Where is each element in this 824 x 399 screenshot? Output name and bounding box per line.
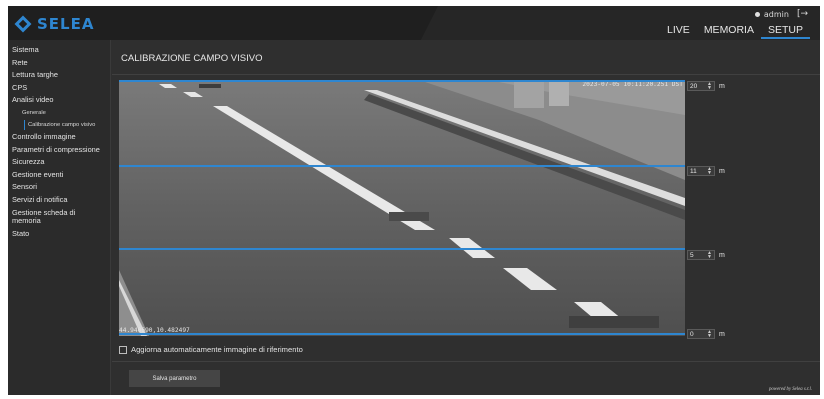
sidebar-item-sicurezza[interactable]: Sicurezza <box>8 156 110 169</box>
auto-update-checkbox[interactable] <box>119 345 127 354</box>
spinner-arrows-icon[interactable]: ▲ ▼ <box>707 330 712 339</box>
sidebar-item-stato[interactable]: Stato <box>8 228 110 241</box>
distance-11-row: 11 ▲ ▼ m <box>687 166 725 176</box>
sidebar-item-generale[interactable]: Generale <box>8 107 110 119</box>
footer-divider <box>112 361 820 362</box>
app-window: SELEA admin [→ LIVE MEMORIA SETUP Sistem… <box>8 6 820 395</box>
nav-memoria[interactable]: MEMORIA <box>697 23 761 39</box>
brand-logo[interactable]: SELEA <box>14 14 94 34</box>
distance-20-row: 20 ▲ ▼ m <box>687 81 725 91</box>
nav-live[interactable]: LIVE <box>660 23 697 39</box>
calibration-line-11[interactable] <box>119 165 685 167</box>
distance-11-value: 11 <box>690 167 697 175</box>
distance-0-row: 0 ▲ ▼ m <box>687 329 725 339</box>
road-scene-image <box>119 80 685 336</box>
distance-20-value: 20 <box>690 82 698 90</box>
sidebar-item-lettura-targhe[interactable]: Lettura targhe <box>8 69 110 82</box>
title-divider <box>112 74 820 75</box>
auto-update-label: Aggiorna automaticamente immagine di rif… <box>131 345 303 354</box>
sidebar-item-rete[interactable]: Rete <box>8 57 110 70</box>
camera-timestamp: 2023-07-05 10:11:20.251 DST <box>582 81 683 88</box>
selea-logo-icon <box>14 15 32 33</box>
sidebar-item-sistema[interactable]: Sistema <box>8 44 110 57</box>
save-parameter-button[interactable]: Salva parametro <box>129 370 220 387</box>
distance-5-row: 5 ▲ ▼ m <box>687 250 725 260</box>
user-status-icon <box>754 11 760 17</box>
sidebar-item-controllo-immagine[interactable]: Controllo immagine <box>8 131 110 144</box>
sidebar-item-servizi-notifica[interactable]: Servizi di notifica <box>8 194 110 207</box>
distance-11-unit: m <box>719 167 725 175</box>
powered-by: powered by Selea s.r.l. <box>769 387 812 392</box>
spinner-arrows-icon[interactable]: ▲ ▼ <box>707 251 712 260</box>
spinner-arrows-icon[interactable]: ▲ ▼ <box>707 167 712 176</box>
sidebar-item-cps[interactable]: CPS <box>8 82 110 95</box>
top-bar: SELEA admin [→ LIVE MEMORIA SETUP <box>8 6 820 40</box>
sidebar: Sistema Rete Lettura targhe CPS Analisi … <box>8 40 111 395</box>
calibration-line-0[interactable] <box>119 333 685 335</box>
camera-view[interactable]: 2023-07-05 10:11:20.251 DST 44.940690,10… <box>119 80 685 336</box>
main-nav: LIVE MEMORIA SETUP <box>660 23 810 39</box>
sidebar-item-sensori[interactable]: Sensori <box>8 181 110 194</box>
distance-11-input[interactable]: 11 ▲ ▼ <box>687 166 715 176</box>
brand-name: SELEA <box>37 15 95 33</box>
distance-20-input[interactable]: 20 ▲ ▼ <box>687 81 715 91</box>
user-area: admin [→ <box>754 9 808 19</box>
calibration-line-5[interactable] <box>119 248 685 250</box>
sidebar-item-calibrazione-label: Calibrazione campo visivo <box>28 121 96 128</box>
distance-5-unit: m <box>719 251 725 259</box>
logout-icon[interactable]: [→ <box>797 9 808 19</box>
auto-update-row[interactable]: Aggiorna automaticamente immagine di rif… <box>119 345 303 354</box>
sidebar-item-analisi-video[interactable]: Analisi video <box>8 94 110 107</box>
calibration-line-20[interactable] <box>119 80 685 82</box>
distance-0-value: 0 <box>690 330 694 338</box>
distance-20-unit: m <box>719 82 725 90</box>
sidebar-item-gestione-scheda[interactable]: Gestione scheda di memoria <box>8 207 92 228</box>
distance-0-unit: m <box>719 330 725 338</box>
main-panel: CALIBRAZIONE CAMPO VISIVO 2023-07-05 10:… <box>112 40 820 395</box>
spinner-arrows-icon[interactable]: ▲ ▼ <box>707 82 712 91</box>
username: admin <box>763 9 789 19</box>
distance-5-value: 5 <box>690 251 694 259</box>
sidebar-item-calibrazione[interactable]: Calibrazione campo visivo <box>8 119 110 131</box>
nav-setup[interactable]: SETUP <box>760 23 810 39</box>
distance-5-input[interactable]: 5 ▲ ▼ <box>687 250 715 260</box>
page-title: CALIBRAZIONE CAMPO VISIVO <box>121 53 263 64</box>
sidebar-item-gestione-eventi[interactable]: Gestione eventi <box>8 169 110 182</box>
sidebar-item-parametri-compressione[interactable]: Parametri di compressione <box>8 144 110 157</box>
distance-0-input[interactable]: 0 ▲ ▼ <box>687 329 715 339</box>
